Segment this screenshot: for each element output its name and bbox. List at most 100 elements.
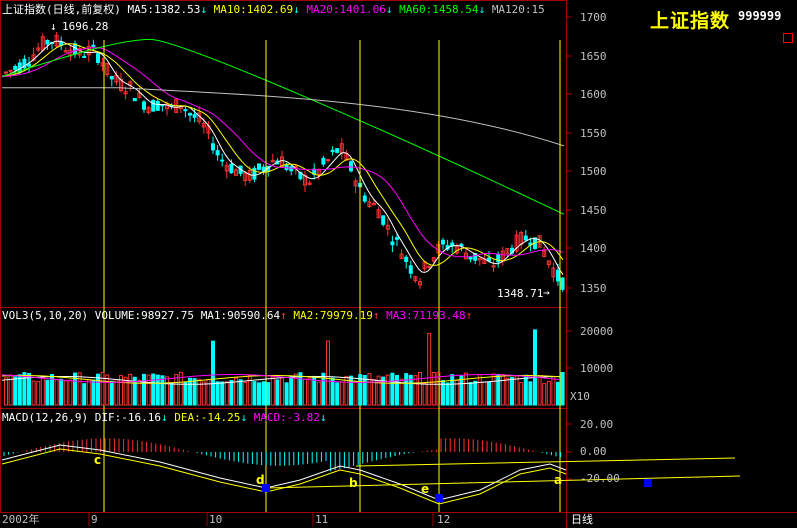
ma60-arrow-icon: ↓ <box>478 3 486 16</box>
volume-tick: 20000 <box>580 325 614 338</box>
x-label: 9 <box>91 513 98 526</box>
volume-bar <box>252 381 257 406</box>
volume-bar <box>220 381 225 406</box>
volume-bar <box>224 381 229 406</box>
volume-bar <box>505 377 510 406</box>
vol-ma3-value: MA3:71193.48 <box>386 309 466 322</box>
price-title: 上证指数(日线,前复权) <box>2 3 121 16</box>
candle-body <box>362 195 367 202</box>
candle-body <box>82 56 87 59</box>
volume-bar <box>68 379 73 406</box>
point-label-a: a <box>554 473 563 487</box>
volume-bar <box>510 377 514 406</box>
volume-bar <box>137 379 142 406</box>
candle-body <box>151 99 156 112</box>
volume-bar <box>266 382 271 406</box>
volume-bar <box>160 375 165 406</box>
candle-body <box>459 243 464 247</box>
volume-bar <box>335 382 340 406</box>
volume-bar <box>123 376 128 406</box>
price-tick: 1700 <box>580 11 607 24</box>
volume-bar <box>427 332 432 406</box>
macd-header: MACD(12,26,9) DIF:-16.16↓ DEA:-14.25↓ MA… <box>2 411 327 424</box>
volume-bar <box>491 373 496 406</box>
candle-body <box>523 235 528 241</box>
price-tick: 1600 <box>580 88 607 101</box>
vol-ma2-value: MA2:79979.19 <box>293 309 373 322</box>
volume-bar <box>22 372 27 406</box>
candle-body <box>183 109 188 112</box>
volume-bar <box>36 381 41 406</box>
expand-toggle[interactable] <box>783 33 793 43</box>
volume-bar <box>77 372 82 406</box>
volume-bar <box>275 379 280 406</box>
candle-body <box>321 157 326 165</box>
volume-bar <box>284 382 289 406</box>
volume-bar <box>183 381 188 406</box>
dea-arrow-icon: ↓ <box>240 411 248 424</box>
volume-bar <box>128 373 133 406</box>
high-label: 1696.28 <box>62 20 109 33</box>
volume-bar <box>109 380 114 406</box>
price-tick: 1500 <box>580 165 607 178</box>
volume-bar <box>445 382 450 406</box>
volume-bar <box>537 375 542 406</box>
macd-title: MACD(12,26,9) <box>2 411 89 424</box>
x-label: 2002年 <box>2 513 40 526</box>
volume-value: VOLUME:98927.75 <box>94 309 195 322</box>
volume-bar <box>96 373 100 406</box>
dif-value: DIF:-16.16 <box>94 411 161 424</box>
volume-bar <box>450 374 455 406</box>
volume-bar <box>91 379 96 406</box>
volume-bar <box>238 379 243 406</box>
volume-bar <box>477 373 482 406</box>
candle-body <box>188 112 192 116</box>
volume-bar <box>192 378 197 406</box>
candle-body <box>390 241 395 246</box>
volume-bar <box>169 382 174 406</box>
volume-bar <box>151 373 156 406</box>
x-label: 12 <box>437 513 451 526</box>
volume-bar <box>63 380 68 406</box>
period-label[interactable]: 日线 <box>571 514 593 526</box>
price-tick: 1550 <box>580 127 607 140</box>
ma5-arrow-icon: ↓ <box>200 3 207 16</box>
volume-bar <box>114 379 119 406</box>
price-tick: 1400 <box>580 242 607 255</box>
point-label-b: b <box>349 476 358 490</box>
macd-arrow-icon: ↓ <box>319 411 327 424</box>
candle-body <box>468 256 473 260</box>
panel-frame <box>0 0 567 513</box>
candle-body <box>192 114 197 118</box>
volume-bar <box>482 381 487 406</box>
price-header: 上证指数(日线,前复权) MA5:1382.53↓ MA10:1402.69↓ … <box>2 3 545 16</box>
price-tick: 1650 <box>580 50 607 63</box>
volume-title: VOL3(5,10,20) <box>2 309 89 322</box>
candle-body <box>395 237 399 240</box>
candle-body <box>556 269 560 282</box>
volume-bar <box>519 382 524 406</box>
ma5-value: MA5:1382.53 <box>127 3 201 16</box>
index-title: 上证指数 <box>650 10 731 32</box>
ma120-value: MA120:15 <box>491 3 545 16</box>
volume-bar <box>257 382 261 406</box>
volume-bar <box>385 374 390 406</box>
volume-bar <box>390 372 395 406</box>
dea-value: DEA:-14.25 <box>174 411 241 424</box>
macd-value: MACD:-3.82 <box>253 411 320 424</box>
volume-bar <box>413 375 418 406</box>
dif-line <box>1 444 567 501</box>
volume-bar <box>459 375 464 406</box>
volume-bar <box>422 383 427 406</box>
chart-canvas[interactable] <box>0 0 797 528</box>
volume-bar <box>54 379 59 406</box>
volume-bar <box>307 377 312 406</box>
volume-bar <box>243 381 248 406</box>
candle-body <box>229 163 234 174</box>
point-label-c: c <box>94 453 102 467</box>
candle-body <box>335 148 340 153</box>
index-code: 999999 <box>738 9 782 23</box>
volume-bar <box>165 376 169 406</box>
volume-bar <box>372 379 376 406</box>
candle-body <box>220 159 225 162</box>
